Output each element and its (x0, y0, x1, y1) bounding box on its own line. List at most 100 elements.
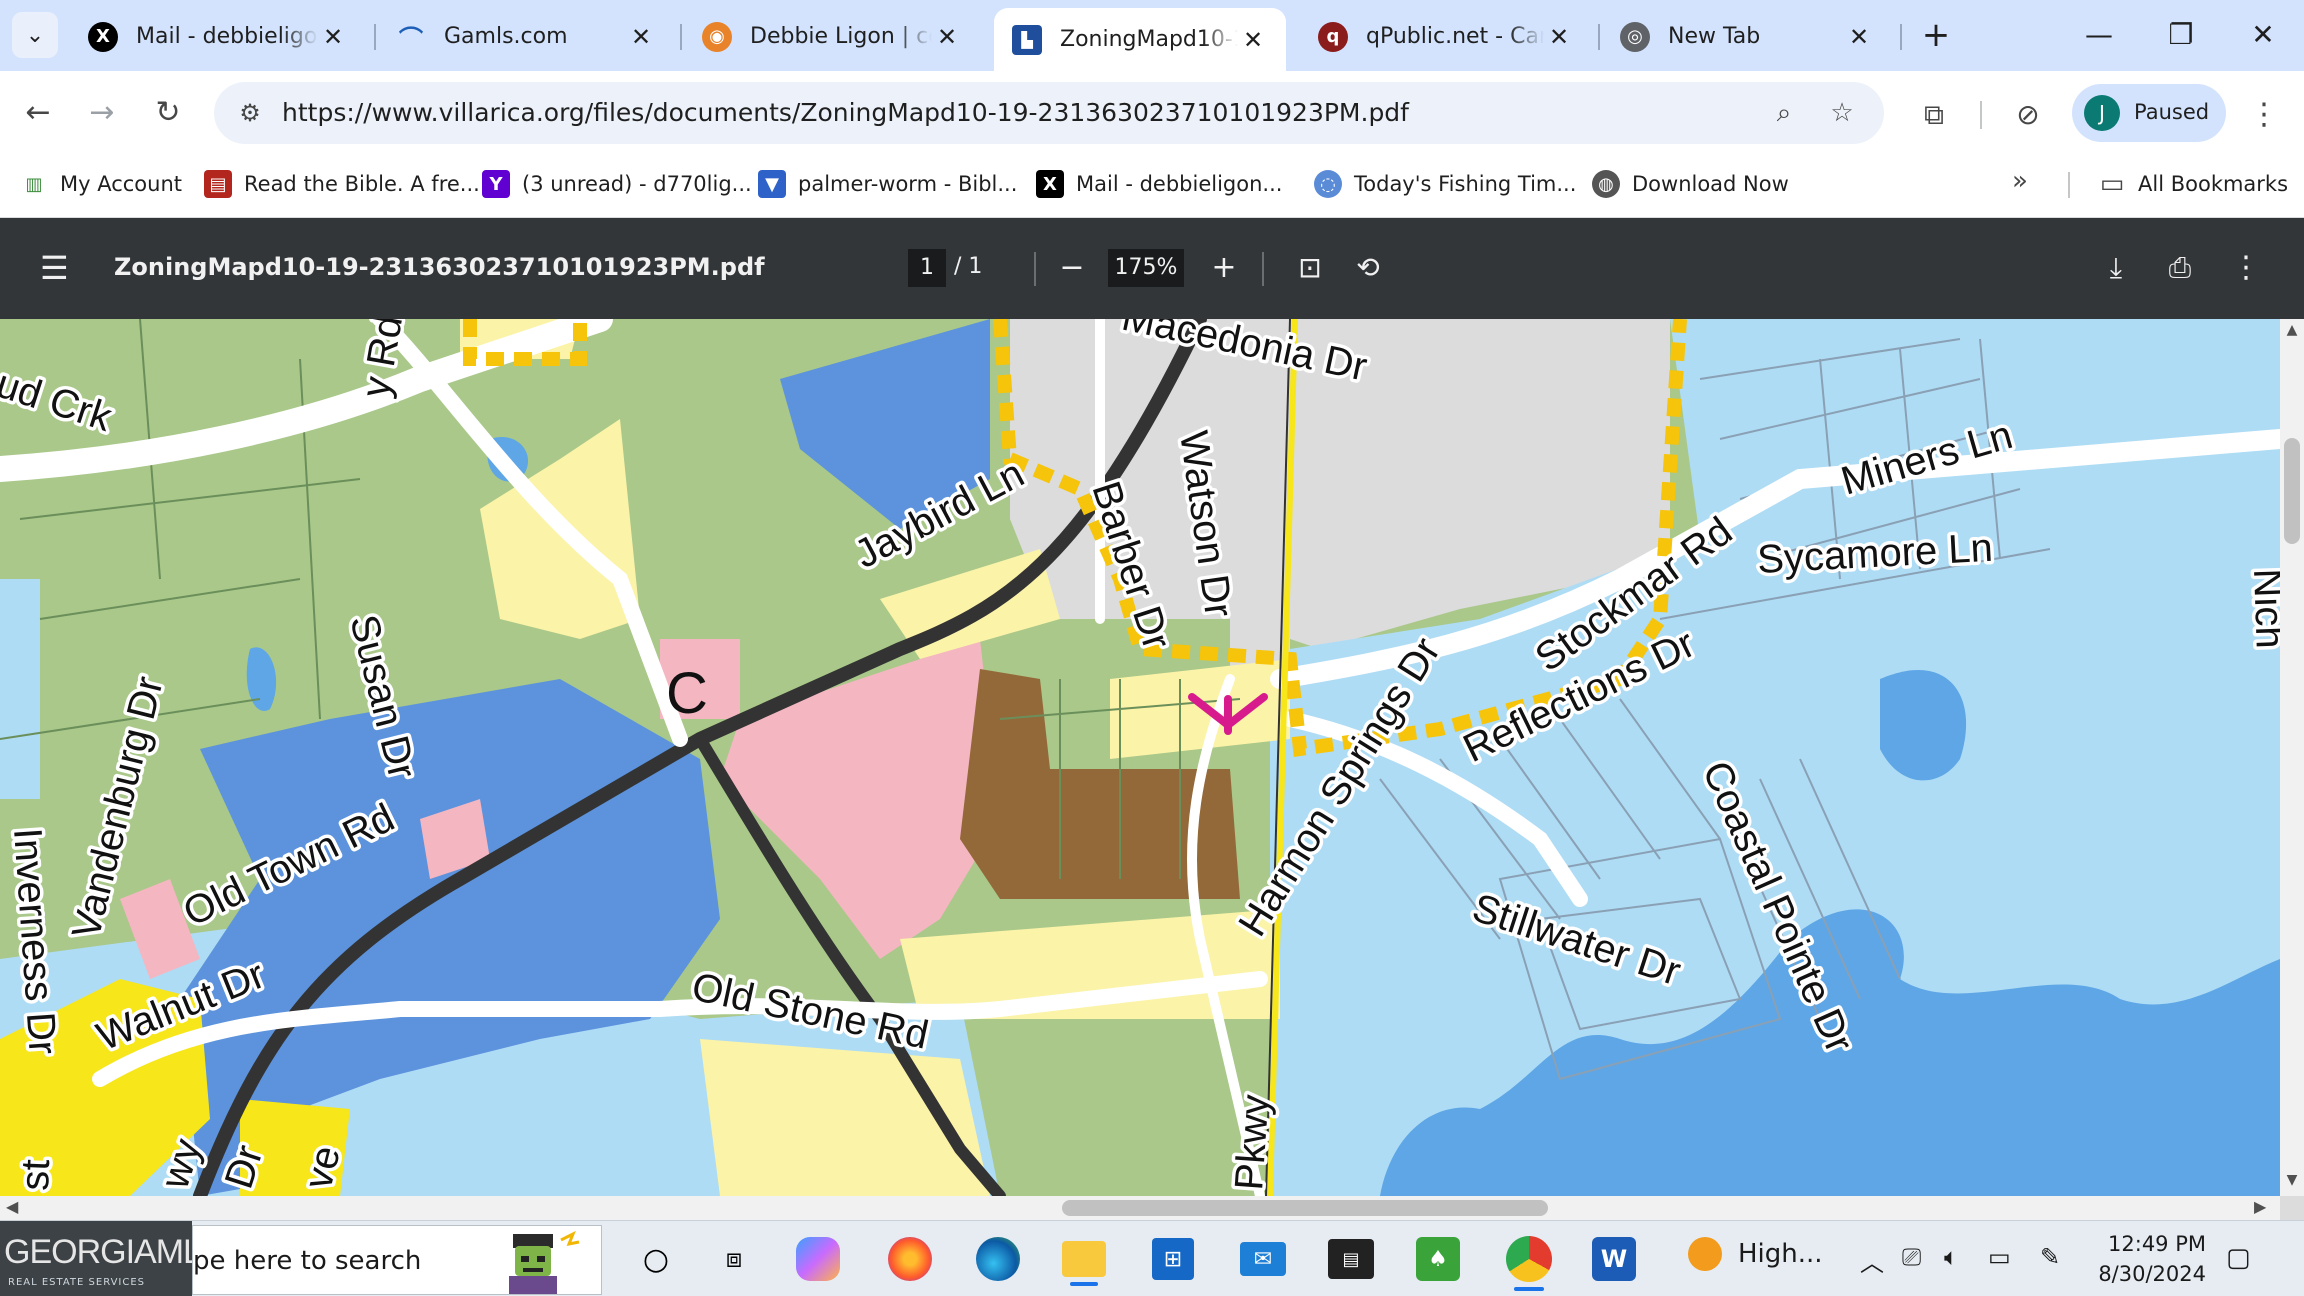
bookmarks-bar: ▥ My Account ▤ Read the Bible. A fre... … (0, 154, 2304, 218)
taskbar-clock[interactable]: 12:49 PM 8/30/2024 (2086, 1229, 2206, 1289)
volume-icon[interactable]: 🔈︎ (1944, 1243, 1958, 1271)
pdf-menu-button[interactable]: ☰ (40, 250, 76, 286)
performance-icon[interactable]: ⊘ (2006, 93, 2050, 137)
rotate-button[interactable]: ⟲ (1348, 248, 1388, 288)
profile-button[interactable]: J Paused (2072, 84, 2226, 142)
zoom-icon[interactable]: ⌕ (1766, 95, 1802, 131)
tab-gamls[interactable]: ⌒ Gamls.com ✕ (378, 8, 674, 65)
scroll-up-icon[interactable]: ▲ (2282, 322, 2302, 338)
chevron-up-icon[interactable]: ︿ (1860, 1243, 1884, 1278)
pdf-toolbar: ☰ ZoningMapd10-19-231363023710101923PM.p… (0, 218, 2304, 319)
close-icon[interactable]: ✕ (1544, 23, 1574, 51)
tab-search-button[interactable]: ⌄ (12, 12, 58, 58)
zoom-level-input[interactable]: 175% (1108, 249, 1184, 287)
copilot-icon[interactable] (796, 1237, 840, 1281)
tab-mail[interactable]: X Mail - debbieligon ✕ (70, 8, 366, 65)
bookmark-yahoo[interactable]: Y (3 unread) - d770lig... (482, 166, 752, 202)
word-icon[interactable]: W (1592, 1237, 1636, 1281)
bookmark-label: Read the Bible. A fre... (244, 172, 480, 196)
extensions-icon[interactable]: ⧉ (1912, 93, 1956, 137)
horizontal-scroll-thumb[interactable] (1062, 1200, 1548, 1216)
forward-button[interactable]: → (78, 89, 126, 137)
onedrive-icon[interactable]: ⎚ (1902, 1243, 1921, 1271)
scroll-right-icon[interactable]: ▶ (2254, 1197, 2266, 1216)
download-button[interactable]: ⤓ (2096, 248, 2136, 288)
tab-title: Mail - debbieligon (136, 24, 318, 49)
solitaire-icon[interactable]: ♠ (1416, 1237, 1460, 1281)
all-bookmarks-button[interactable]: ▭ All Bookmarks (2098, 166, 2288, 202)
bar-chart-icon: ▥ (25, 173, 43, 195)
reload-button[interactable]: ↻ (144, 89, 192, 137)
address-bar[interactable]: ⚙ https://www.villarica.org/files/docume… (214, 82, 1884, 144)
fit-page-button[interactable]: ⊡ (1290, 248, 1330, 288)
close-icon[interactable]: ✕ (932, 23, 962, 51)
tab-debbie-ligon[interactable]: ◉ Debbie Ligon | con ✕ (684, 8, 980, 65)
toolbar-divider (1980, 101, 1982, 129)
close-icon[interactable]: ✕ (1238, 26, 1268, 54)
more-vert-icon: ⋮ (2231, 250, 2261, 285)
edge-icon[interactable] (976, 1237, 1020, 1281)
clock-time: 12:49 PM (2108, 1232, 2206, 1256)
vertical-scroll-thumb[interactable] (2284, 438, 2300, 544)
file-explorer-icon[interactable] (1062, 1241, 1106, 1286)
battery-icon[interactable]: ▭ (1988, 1243, 2011, 1271)
street-label: Nich (2245, 568, 2280, 650)
store-icon[interactable]: ⊞ (1152, 1238, 1194, 1280)
print-button[interactable]: ⎙ (2160, 248, 2200, 288)
cortana-icon[interactable]: ○ (630, 1233, 682, 1285)
new-tab-button[interactable]: + (1914, 14, 1958, 58)
bookmark-label: Today's Fishing Tim... (1354, 172, 1577, 196)
tab-new-tab[interactable]: ◎ New Tab ✕ (1602, 8, 1892, 65)
more-bookmarks-button[interactable]: » (2012, 166, 2028, 196)
close-icon: ✕ (2251, 18, 2275, 51)
weather-widget[interactable]: High... (1688, 1237, 1823, 1271)
minimize-button[interactable]: — (2064, 10, 2134, 60)
page-number-input[interactable]: 1 (908, 249, 946, 287)
mail-icon[interactable]: ✉ (1240, 1242, 1286, 1276)
url-text[interactable]: https://www.villarica.org/files/document… (282, 98, 1409, 127)
bookmark-mail[interactable]: X Mail - debbieligon... (1036, 166, 1282, 202)
bookmark-palmer-worm[interactable]: ▼ palmer-worm - Bibl... (758, 166, 1017, 202)
tab-divider (374, 24, 376, 50)
reload-icon: ↻ (155, 95, 181, 130)
bookmark-download-now[interactable]: ◍ Download Now (1592, 166, 1789, 202)
chrome-icon[interactable] (1506, 1236, 1552, 1291)
x-icon: X (1036, 170, 1064, 198)
plus-icon: + (1211, 250, 1237, 285)
tab-qpublic[interactable]: q qPublic.net - Carro ✕ (1300, 8, 1592, 65)
bookmark-fishing[interactable]: ◌ Today's Fishing Tim... (1314, 166, 1576, 202)
pen-icon[interactable]: ✎ (2040, 1243, 2060, 1271)
task-view-icon[interactable]: ⧈ (708, 1233, 760, 1285)
download-icon: ⤓ (2109, 251, 2123, 284)
street-label: Pkwy (1227, 1093, 1278, 1191)
pdf-viewport[interactable]: ud Crk y Rd Macedonia Dr Jaybird Ln Barb… (0, 319, 2280, 1196)
brand-sub: REAL ESTATE SERVICES (8, 1277, 146, 1288)
scroll-down-icon[interactable]: ▼ (2282, 1172, 2302, 1188)
browser-menu-button[interactable]: ⋮ (2248, 93, 2280, 137)
tab-zoning-map[interactable]: ▙ ZoningMapd10-19 ✕ (994, 8, 1286, 71)
street-label: st (13, 1159, 58, 1192)
taskbar-search-box[interactable]: pe here to search (192, 1225, 602, 1295)
close-icon[interactable]: ✕ (318, 23, 348, 51)
bookmark-bible[interactable]: ▤ Read the Bible. A fre... (204, 166, 480, 202)
terminal-icon[interactable]: ▤ (1328, 1239, 1374, 1279)
tab-title: Gamls.com (444, 24, 568, 49)
star-icon[interactable]: ☆ (1824, 95, 1860, 131)
hamburger-icon: ☰ (40, 249, 69, 287)
firefox-icon[interactable] (888, 1237, 932, 1281)
zoom-in-button[interactable]: + (1204, 248, 1244, 288)
back-button[interactable]: ← (14, 89, 62, 137)
chrome-icon: ◎ (1620, 21, 1650, 52)
close-icon[interactable]: ✕ (626, 23, 656, 51)
zoom-out-button[interactable]: − (1052, 248, 1092, 288)
pdf-more-button[interactable]: ⋮ (2226, 248, 2266, 288)
close-icon[interactable]: ✕ (1844, 23, 1874, 51)
site-info-icon[interactable]: ⚙ (232, 96, 268, 130)
restore-button[interactable]: ❐ (2146, 10, 2216, 60)
globe-icon: ◉ (702, 21, 732, 52)
notification-icon[interactable]: ▢ (2226, 1243, 2260, 1273)
bookmark-my-account[interactable]: ▥ My Account (20, 166, 182, 202)
zone-code-label: C (666, 661, 708, 726)
scroll-left-icon[interactable]: ◀ (6, 1197, 18, 1216)
close-window-button[interactable]: ✕ (2228, 10, 2298, 60)
